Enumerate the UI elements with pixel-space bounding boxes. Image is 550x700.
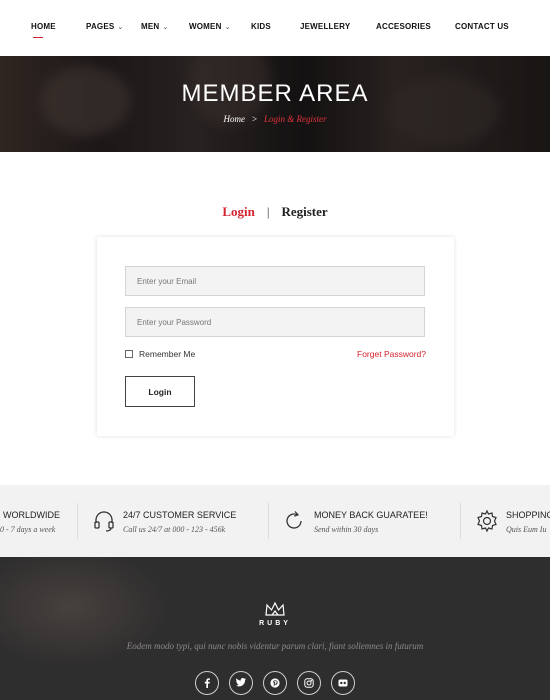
nav-item-contact-us[interactable]: CONTACT US bbox=[455, 22, 509, 31]
gear-icon bbox=[475, 509, 499, 533]
page-banner: MEMBER AREA Home > Login & Register bbox=[0, 56, 550, 152]
footer-description: Eodem modo typi, qui nunc nobis videntur… bbox=[126, 641, 424, 651]
tab-login[interactable]: Login bbox=[222, 204, 255, 219]
feature-divider bbox=[460, 503, 461, 539]
chevron-down-icon: ⌄ bbox=[162, 24, 169, 31]
forget-password-link[interactable]: Forget Password? bbox=[357, 349, 426, 359]
nav-label: JEWELLERY bbox=[300, 22, 351, 31]
feature-title: 24/7 CUSTOMER SERVICE bbox=[123, 510, 237, 520]
nav-item-jewellery[interactable]: JEWELLERY bbox=[300, 22, 350, 31]
nav-item-home[interactable]: HOME bbox=[31, 22, 56, 31]
flickr-icon[interactable] bbox=[331, 671, 355, 695]
main-nav: HOME PAGES ⌄ MEN ⌄ WOMEN ⌄ KIDS JEWELLERY A… bbox=[0, 0, 550, 56]
chevron-down-icon: ⌄ bbox=[117, 24, 124, 31]
remember-me-checkbox[interactable] bbox=[125, 350, 133, 358]
feature-title: MONEY BACK GUARATEE! bbox=[314, 510, 428, 520]
brand-logo[interactable] bbox=[0, 601, 550, 622]
nav-item-accesories[interactable]: ACCESORIES bbox=[376, 22, 431, 31]
features-strip: WORLDWIDE 0 - 7 days a week 24/7 CUSTOME… bbox=[0, 485, 550, 557]
feature-title: SHOPPING bbox=[506, 510, 550, 520]
twitter-icon[interactable] bbox=[229, 671, 253, 695]
headset-icon bbox=[92, 509, 116, 533]
nav-label: PAGES bbox=[86, 22, 115, 31]
remember-me: Remember Me bbox=[125, 349, 195, 359]
nav-item-men[interactable]: MEN ⌄ bbox=[141, 22, 168, 31]
facebook-icon[interactable] bbox=[195, 671, 219, 695]
auth-tabs: Login | Register bbox=[0, 204, 550, 220]
feature-subtitle: Call us 24/7 at 000 - 123 - 456k bbox=[123, 525, 226, 534]
breadcrumb: Home > Login & Register bbox=[0, 114, 550, 124]
feature-title: WORLDWIDE bbox=[3, 510, 60, 520]
login-form: Remember Me Forget Password? Login bbox=[97, 237, 454, 436]
email-field[interactable] bbox=[125, 266, 425, 296]
breadcrumb-separator: > bbox=[251, 114, 258, 124]
remember-me-label: Remember Me bbox=[139, 349, 196, 359]
tab-register[interactable]: Register bbox=[281, 204, 327, 219]
chevron-down-icon: ⌄ bbox=[224, 24, 231, 31]
brand-name: RUBY bbox=[259, 620, 291, 627]
active-nav-indicator bbox=[33, 37, 43, 38]
feature-money-back: MONEY BACK GUARATEE! Send within 30 days bbox=[282, 485, 462, 557]
social-links bbox=[0, 671, 550, 695]
nav-label: WOMEN bbox=[189, 22, 222, 31]
feature-customer-service: 24/7 CUSTOMER SERVICE Call us 24/7 at 00… bbox=[90, 485, 270, 557]
nav-item-pages[interactable]: PAGES ⌄ bbox=[86, 22, 124, 31]
breadcrumb-home-link[interactable]: Home bbox=[223, 114, 245, 124]
refresh-icon bbox=[282, 509, 306, 533]
feature-divider bbox=[268, 503, 269, 539]
feature-subtitle: 0 - 7 days a week bbox=[0, 525, 56, 534]
crown-icon bbox=[265, 601, 285, 616]
footer: RUBY Eodem modo typi, qui nunc nobis vid… bbox=[0, 557, 550, 700]
feature-shopping: SHOPPING Quis Eum Iu bbox=[475, 485, 550, 557]
nav-label: CONTACT US bbox=[455, 22, 509, 31]
nav-label: KIDS bbox=[251, 22, 271, 31]
nav-item-kids[interactable]: KIDS bbox=[251, 22, 271, 31]
nav-item-women[interactable]: WOMEN ⌄ bbox=[189, 22, 231, 31]
feature-subtitle: Send within 30 days bbox=[314, 525, 379, 534]
feature-divider bbox=[77, 503, 78, 539]
nav-label: ACCESORIES bbox=[376, 22, 431, 31]
breadcrumb-current: Login & Register bbox=[264, 114, 327, 124]
feature-subtitle: Quis Eum Iu bbox=[506, 525, 547, 534]
password-field[interactable] bbox=[125, 307, 425, 337]
pinterest-icon[interactable] bbox=[263, 671, 287, 695]
nav-label: MEN bbox=[141, 22, 160, 31]
tab-divider: | bbox=[266, 204, 270, 219]
page-title: MEMBER AREA bbox=[181, 80, 369, 107]
login-button[interactable]: Login bbox=[125, 376, 195, 407]
nav-label: HOME bbox=[31, 22, 56, 31]
feature-worldwide: WORLDWIDE 0 - 7 days a week bbox=[0, 485, 80, 557]
instagram-icon[interactable] bbox=[297, 671, 321, 695]
